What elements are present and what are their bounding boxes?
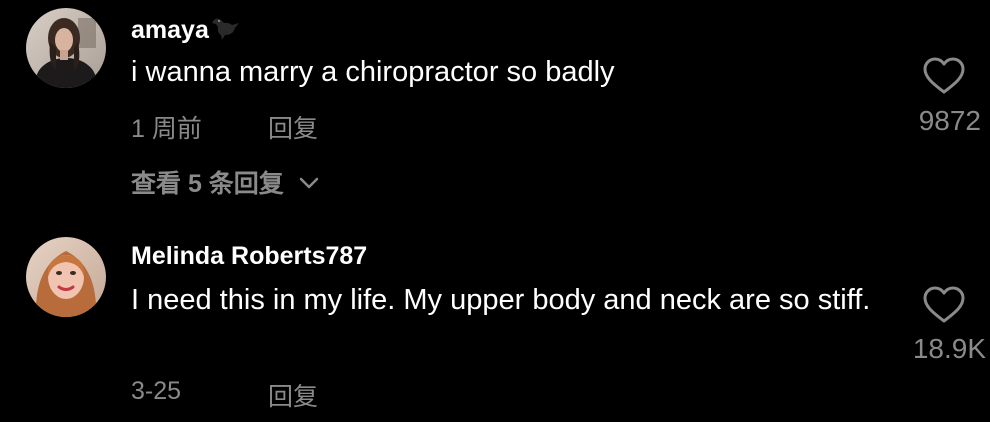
chevron-down-icon	[298, 168, 320, 197]
black-bird-icon	[211, 14, 241, 49]
username-text: amaya	[131, 16, 209, 44]
comment-item: amaya i wanna marry a chiropractor so ba…	[0, 0, 990, 215]
comment-time: 1 周前	[131, 115, 202, 143]
comment-text: i wanna marry a chiropractor so badly	[131, 56, 615, 88]
heart-outline-icon	[923, 286, 965, 323]
avatar-image	[26, 237, 106, 317]
username[interactable]: Melinda Roberts787	[131, 242, 367, 271]
view-replies-label: 查看 5 条回复	[131, 170, 284, 198]
like-count: 18.9K	[912, 333, 986, 364]
heart-outline-icon	[923, 57, 965, 94]
like-button[interactable]	[922, 56, 966, 96]
avatar[interactable]	[26, 8, 106, 88]
comment-text: I need this in my life. My upper body an…	[131, 284, 871, 316]
like-count: 9872	[918, 105, 981, 136]
comment-time: 3-25	[131, 377, 182, 405]
comment-item: Melinda Roberts787 I need this in my lif…	[0, 225, 990, 422]
avatar[interactable]	[26, 237, 106, 317]
view-replies-button[interactable]: 查看 5 条回复	[131, 164, 320, 200]
reply-button[interactable]: 回复	[268, 377, 318, 413]
like-button[interactable]	[922, 285, 966, 325]
avatar-image	[26, 8, 106, 88]
reply-button[interactable]: 回复	[268, 109, 318, 145]
username[interactable]: amaya	[131, 14, 241, 49]
